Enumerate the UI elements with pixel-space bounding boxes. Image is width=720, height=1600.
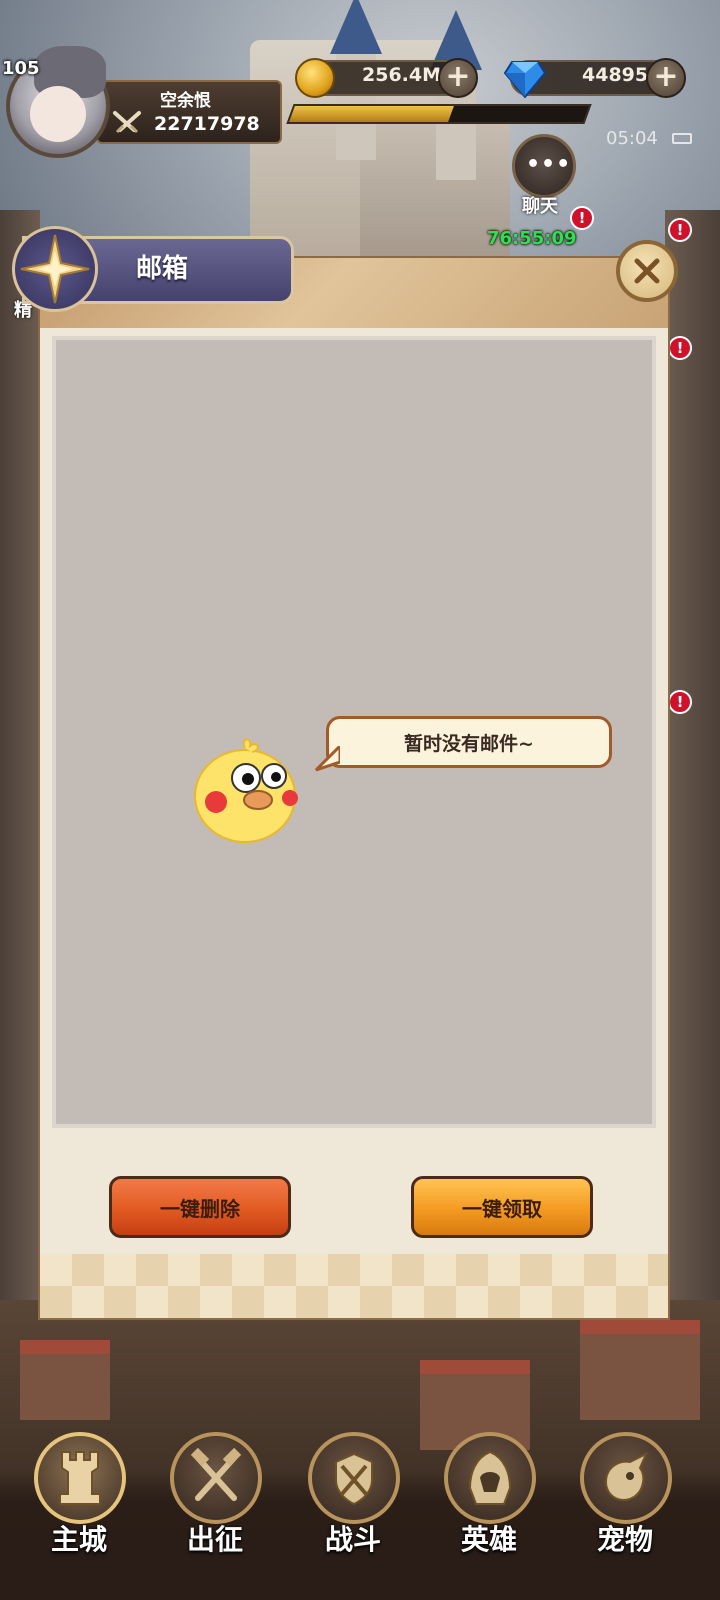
system-clock: 05:04	[606, 128, 658, 149]
chat-label: 聊天	[522, 196, 558, 217]
diamond-icon	[504, 61, 546, 98]
battery-icon	[672, 133, 692, 144]
add-diamond-button[interactable]: +	[646, 58, 686, 98]
close-icon	[634, 258, 660, 284]
delete-all-button[interactable]: 一键删除	[109, 1176, 291, 1238]
alert-badge-icon: !	[668, 218, 692, 242]
nav-heroes[interactable]: 英雄	[434, 1432, 544, 1592]
compass-star-icon	[12, 226, 98, 312]
nav-label: 出征	[186, 1523, 243, 1556]
house	[20, 1340, 110, 1420]
chat-bubble-icon: •••	[526, 152, 572, 177]
castle-tower	[336, 40, 376, 160]
tower-roof	[330, 0, 382, 54]
shield-swords-icon	[335, 1452, 373, 1506]
nav-label: 宠物	[596, 1523, 653, 1556]
empty-mail-message: 暂时没有邮件~	[404, 732, 534, 755]
player-level: 105	[2, 58, 40, 79]
panel-footer-decoration	[40, 1254, 668, 1318]
right-side-panel	[665, 210, 720, 1310]
alert-badge-icon: !	[668, 336, 692, 360]
dragon-pet-icon	[604, 1451, 648, 1501]
player-name: 空余恨	[160, 91, 211, 111]
hooded-hero-icon	[468, 1450, 512, 1505]
add-gold-button[interactable]: +	[438, 58, 478, 98]
nav-battle[interactable]: 战斗	[298, 1432, 408, 1592]
nav-label: 英雄	[460, 1523, 517, 1556]
claim-all-button[interactable]: 一键领取	[411, 1176, 593, 1238]
left-side-panel	[0, 210, 40, 1310]
speech-bubble-tail	[314, 746, 340, 772]
crossed-swords-icon	[113, 111, 141, 134]
castle-rook-icon	[59, 1451, 101, 1505]
mail-title: 邮箱	[136, 254, 189, 284]
event-timer: 76:55:09	[487, 228, 577, 249]
gold-amount: 256.4M	[362, 64, 442, 86]
nav-pets[interactable]: 宠物	[570, 1432, 680, 1592]
close-button[interactable]	[616, 240, 678, 302]
diamond-amount: 44895	[582, 64, 649, 86]
player-power: 22717978	[154, 113, 260, 135]
avatar-face	[30, 86, 86, 142]
nav-label: 战斗	[324, 1523, 381, 1556]
alert-badge-icon: !	[668, 690, 692, 714]
speech-bubble: 暂时没有邮件~	[326, 716, 612, 768]
gold-coin-icon	[295, 58, 335, 98]
experience-bar	[286, 104, 592, 124]
nav-label: 主城	[50, 1523, 107, 1556]
nav-expedition[interactable]: 出征	[160, 1432, 270, 1592]
alert-badge-icon: !	[570, 206, 594, 230]
crossed-hammers-icon	[190, 1448, 242, 1501]
nav-main-city[interactable]: 主城	[24, 1432, 134, 1592]
chick-mascot-icon	[194, 738, 298, 843]
experience-fill	[289, 106, 454, 122]
house	[580, 1320, 700, 1420]
